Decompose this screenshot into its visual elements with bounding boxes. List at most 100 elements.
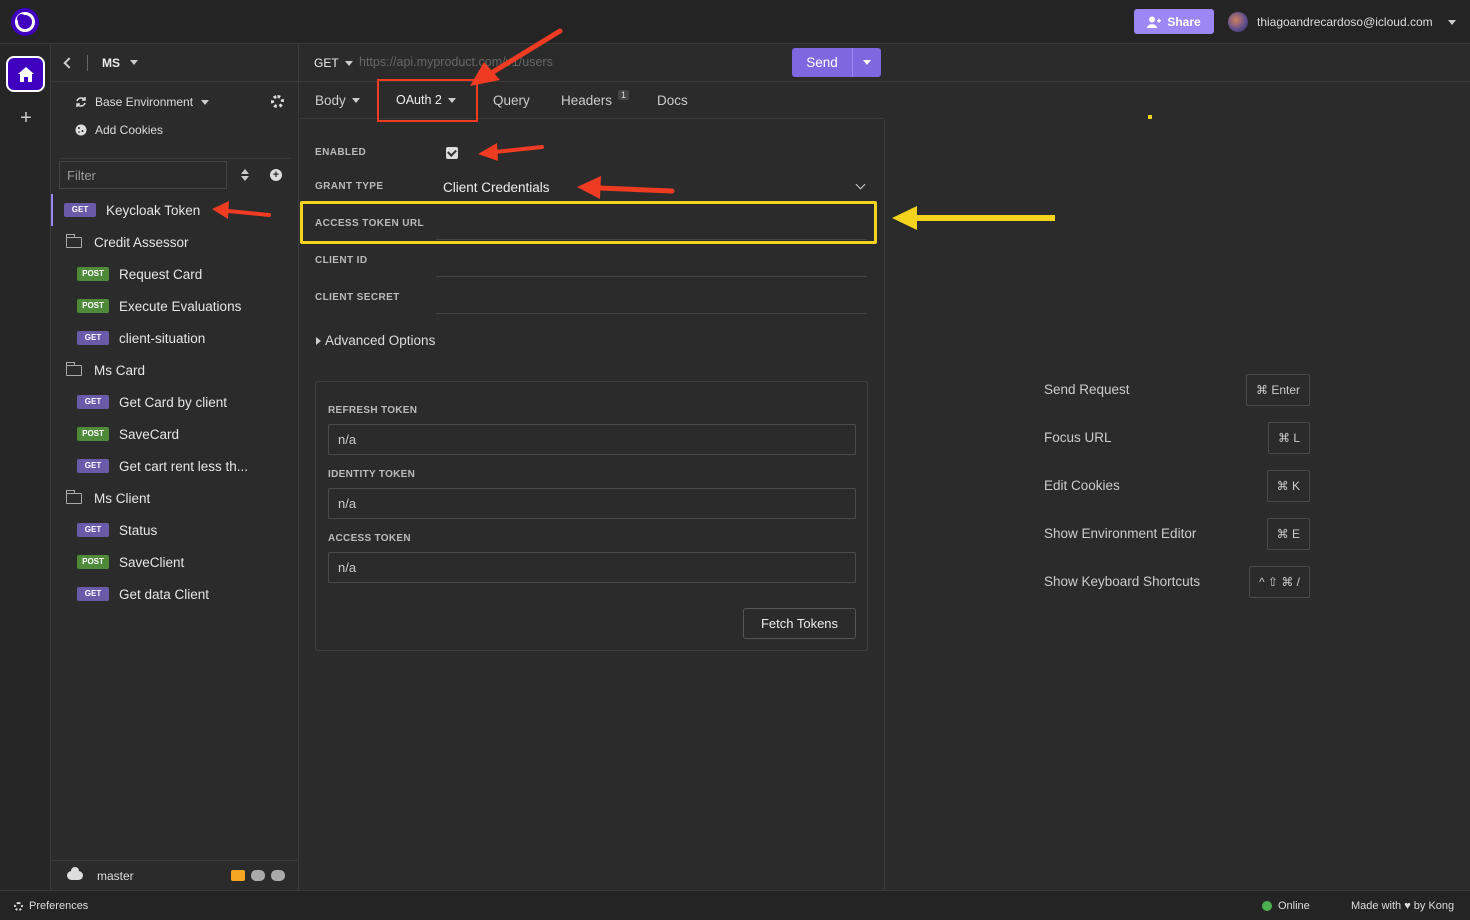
request-item[interactable]: POST SaveCard xyxy=(51,418,299,450)
tree-item-label: Ms Card xyxy=(94,362,146,378)
avatar xyxy=(1228,12,1248,32)
environment-selector[interactable]: Base Environment xyxy=(51,88,298,116)
cloud-upload-icon[interactable] xyxy=(271,870,285,881)
fetch-tokens-button[interactable]: Fetch Tokens xyxy=(743,608,856,639)
send-button[interactable]: Send xyxy=(792,48,881,77)
refresh-token-label: REFRESH TOKEN xyxy=(328,405,418,416)
chevron-down-icon[interactable] xyxy=(130,60,138,65)
refresh-token-field[interactable]: n/a xyxy=(328,424,856,455)
request-item[interactable]: GET Get cart rent less th... xyxy=(51,450,299,482)
add-cookies-button[interactable]: Add Cookies xyxy=(51,116,298,144)
tab-query[interactable]: Query xyxy=(493,93,530,108)
request-item[interactable]: GET Get Card by client xyxy=(51,386,299,418)
sort-icon[interactable] xyxy=(241,169,249,181)
online-status: Online xyxy=(1262,900,1310,912)
tree-item-label: Ms Client xyxy=(94,490,151,506)
home-icon xyxy=(17,66,34,82)
shortcut-row: Edit Cookies ⌘ K xyxy=(1044,470,1310,502)
folder-item[interactable]: Credit Assessor xyxy=(51,226,299,258)
advanced-options-toggle[interactable]: Advanced Options xyxy=(316,333,435,348)
home-button[interactable] xyxy=(6,56,45,92)
tab-headers[interactable]: Headers 1 xyxy=(561,89,630,108)
tree-item-label: SaveClient xyxy=(119,554,185,570)
tree-item-label: SaveCard xyxy=(119,426,180,442)
tab-headers-label: Headers xyxy=(561,93,613,108)
folder-icon xyxy=(66,361,82,376)
tab-body[interactable]: Body xyxy=(315,93,360,108)
add-request-icon[interactable]: + xyxy=(270,169,282,181)
chevron-down-icon[interactable] xyxy=(855,179,866,190)
tab-docs-label: Docs xyxy=(657,93,688,108)
insomnia-logo-icon[interactable] xyxy=(11,8,39,36)
add-project-button[interactable]: + xyxy=(14,106,38,130)
method-badge: GET xyxy=(64,203,96,217)
tree-item-label: Request Card xyxy=(119,266,203,282)
user-menu[interactable]: thiagoandrecardoso@icloud.com xyxy=(1228,10,1456,34)
shortcut-key: ⌘ L xyxy=(1267,422,1310,454)
tree-item-label: Get Card by client xyxy=(119,394,228,410)
divider xyxy=(87,54,88,71)
tree-item-label: client-situation xyxy=(119,330,206,346)
grant-type-select[interactable]: Client Credentials xyxy=(443,180,550,195)
identity-token-field[interactable]: n/a xyxy=(328,488,856,519)
tab-body-label: Body xyxy=(315,93,346,108)
tree-item-label: Get data Client xyxy=(119,586,210,602)
client-id-input[interactable] xyxy=(436,276,867,277)
method-badge: GET xyxy=(77,459,109,473)
workspace-name[interactable]: MS xyxy=(102,56,120,70)
shortcut-key: ^ ⇧ ⌘ / xyxy=(1248,566,1310,598)
left-rail: + xyxy=(0,44,51,890)
method-label: GET xyxy=(314,56,339,70)
access-token-field[interactable]: n/a xyxy=(328,552,856,583)
online-label: Online xyxy=(1278,900,1310,912)
annotation-arrow-head xyxy=(892,206,917,230)
folder-item[interactable]: Ms Client xyxy=(51,482,299,514)
annotation-highlight-box xyxy=(300,201,877,244)
shortcut-label: Show Environment Editor xyxy=(1044,526,1197,541)
request-item[interactable]: POST Execute Evaluations xyxy=(51,290,299,322)
send-options-dropdown[interactable] xyxy=(852,48,881,77)
request-item[interactable]: GET Keycloak Token xyxy=(51,194,299,226)
branch-name[interactable]: master xyxy=(97,869,134,883)
tree-item-label: Credit Assessor xyxy=(94,234,189,250)
request-item[interactable]: POST Request Card xyxy=(51,258,299,290)
url-bar: GET https://api.myproduct.com/v1/users S… xyxy=(299,44,1470,82)
preferences-button[interactable]: Preferences xyxy=(14,900,88,912)
gear-icon[interactable] xyxy=(271,95,284,108)
tree-item-label: Execute Evaluations xyxy=(119,298,242,314)
shortcut-row: Send Request ⌘ Enter xyxy=(1044,374,1310,406)
preferences-label: Preferences xyxy=(29,900,89,912)
method-selector[interactable]: GET xyxy=(314,56,353,70)
cookie-icon xyxy=(75,124,87,136)
folder-icon xyxy=(66,233,82,248)
client-secret-input[interactable] xyxy=(436,313,867,314)
made-with-kong[interactable]: Made with ♥ by Kong xyxy=(1351,900,1454,912)
method-badge: POST xyxy=(77,427,109,441)
shortcut-key: ⌘ Enter xyxy=(1245,374,1310,406)
cloud-download-icon[interactable] xyxy=(251,870,265,881)
share-button[interactable]: Share xyxy=(1134,9,1214,34)
gear-icon xyxy=(14,901,23,911)
request-item[interactable]: GET Get data Client xyxy=(51,578,299,610)
tree-item-label: Keycloak Token xyxy=(106,202,201,218)
chevron-down-icon xyxy=(1447,19,1456,25)
folder-icon xyxy=(66,489,82,504)
enabled-checkbox[interactable] xyxy=(446,147,458,159)
folder-item[interactable]: Ms Card xyxy=(51,354,299,386)
tab-docs[interactable]: Docs xyxy=(657,93,688,108)
sidebar: MS Base Environment Add Cookies + GET Key… xyxy=(51,44,299,890)
filter-input[interactable] xyxy=(59,161,227,189)
request-item[interactable]: POST SaveClient xyxy=(51,546,299,578)
back-chevron-icon[interactable] xyxy=(63,56,75,69)
share-label: Share xyxy=(1167,14,1201,29)
url-input[interactable]: https://api.myproduct.com/v1/users xyxy=(359,55,553,69)
grant-type-label: GRANT TYPE xyxy=(315,181,384,192)
top-bar: Share thiagoandrecardoso@icloud.com xyxy=(0,0,1470,44)
status-bar: Preferences Online Made with ♥ by Kong xyxy=(0,890,1470,920)
user-email: thiagoandrecardoso@icloud.com xyxy=(1257,15,1433,29)
request-item[interactable]: GET Status xyxy=(51,514,299,546)
request-item[interactable]: GET client-situation xyxy=(51,322,299,354)
sync-icon xyxy=(76,97,86,107)
request-tree: GET Keycloak Token Credit Assessor POST Requ… xyxy=(51,194,299,610)
package-icon[interactable] xyxy=(231,870,245,881)
